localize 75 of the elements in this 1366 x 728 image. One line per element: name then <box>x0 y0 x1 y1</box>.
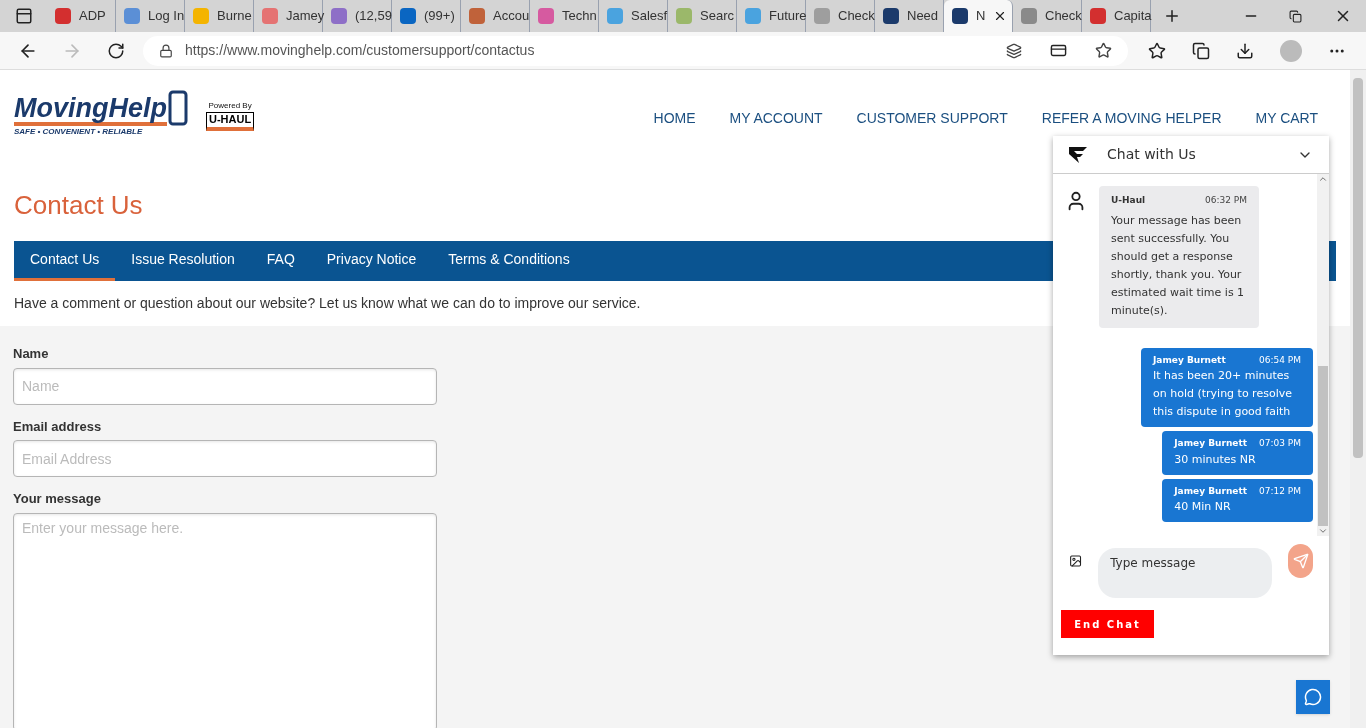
nav-link[interactable]: MY CART <box>1255 108 1318 129</box>
card-icon[interactable] <box>1050 42 1067 59</box>
message-text: 30 minutes NR <box>1174 451 1257 468</box>
text-field[interactable]: Email Address <box>13 440 437 477</box>
powered-by-text: Powered By <box>208 100 252 112</box>
page-title: Contact Us <box>14 189 143 222</box>
tab-title: Check <box>838 7 875 26</box>
sender-name: Jamey Burnett <box>1174 437 1247 450</box>
tab-title: (12,59 <box>355 7 392 26</box>
tab-title: Need <box>907 7 939 26</box>
tab-title: N <box>976 7 986 26</box>
chat-logo-icon <box>1069 146 1087 163</box>
tab-title: ADP <box>79 7 106 26</box>
lock-icon <box>159 43 173 58</box>
tab-title: Techn <box>562 7 597 26</box>
site-logo[interactable]: MovingHelp SAFE • CONVENIENT • RELIABLE <box>14 88 194 138</box>
tab-title: Searc <box>700 7 734 26</box>
chat-bubble-icon <box>1304 688 1322 706</box>
restore-icon[interactable] <box>1289 9 1302 23</box>
tab-title: Accou <box>493 7 530 26</box>
favorites-icon[interactable] <box>1148 41 1166 60</box>
message-time: 06:32 PM <box>1205 194 1247 207</box>
reload-icon[interactable] <box>107 41 125 60</box>
chat-launcher-button[interactable] <box>1296 680 1330 714</box>
message-time: 07:12 PM <box>1259 484 1301 498</box>
new-tab-icon[interactable] <box>1163 7 1181 25</box>
logo-wordmark: MovingHelp <box>14 95 167 126</box>
nav-link[interactable]: HOME <box>653 108 696 129</box>
sender-name: Jamey Burnett <box>1153 353 1226 367</box>
message-text: It has been 20+ minutes on hold (trying to resolve this dispute in good faith <box>1153 368 1293 420</box>
message-time: 06:54 PM <box>1259 353 1301 367</box>
message-text: 40 Min NR <box>1174 499 1232 515</box>
scroll-down-icon[interactable] <box>1318 526 1328 536</box>
section-tab[interactable]: Privacy Notice <box>310 241 433 281</box>
section-tab[interactable]: Terms & Conditions <box>432 241 586 281</box>
sender-name: Jamey Burnett <box>1174 484 1247 498</box>
tab-title: Capita <box>1114 7 1152 26</box>
browser-tab[interactable]: N <box>944 0 1013 32</box>
scroll-up-icon[interactable] <box>1318 174 1328 184</box>
tab-title: (99+) <box>424 7 455 26</box>
field-label: Name <box>13 345 49 363</box>
field-label: Email address <box>13 417 102 436</box>
nav-link[interactable]: MY ACCOUNT <box>729 108 823 129</box>
send-icon <box>1292 553 1309 569</box>
section-tab[interactable]: Contact Us <box>14 241 116 281</box>
tab-title: Jamey <box>286 7 325 26</box>
message-text: Your message has been sent successfully. You should get a response shortly, thank you. Your estimated wait time is 1 minute(s). <box>1111 212 1246 319</box>
tab-title: Future <box>769 7 807 26</box>
add-favorite-icon[interactable] <box>1095 42 1112 59</box>
nav-link[interactable]: CUSTOMER SUPPORT <box>856 108 1008 129</box>
section-tab[interactable]: FAQ <box>250 241 311 281</box>
tab-actions-icon[interactable] <box>14 7 33 25</box>
partner-logo: U-HAUL <box>206 112 255 131</box>
attach-image-icon[interactable] <box>1069 552 1083 570</box>
text-field[interactable]: Name <box>13 367 437 405</box>
url-text: https://www.movinghelp.com/customersupport/contactus <box>185 41 536 60</box>
tab-title: Burne <box>217 7 252 26</box>
end-chat-button[interactable]: End Chat <box>1061 610 1154 638</box>
phone-icon <box>167 88 189 126</box>
sender-name: U-Haul <box>1111 194 1146 207</box>
logo-tagline: SAFE • CONVENIENT • RELIABLE <box>14 126 143 138</box>
tab-title: Salesf <box>631 7 668 26</box>
address-bar[interactable]: https://www.movinghelp.com/customersupport/contactus <box>143 35 1128 66</box>
download-icon[interactable] <box>1236 41 1254 60</box>
message-field[interactable]: Enter your message here. <box>13 512 437 728</box>
tab-title: Check <box>1045 7 1082 26</box>
section-tab[interactable]: Issue Resolution <box>115 241 251 281</box>
message-input[interactable]: Type message <box>1098 548 1273 598</box>
field-label: Your message <box>13 490 101 508</box>
tab-title: Log In <box>148 7 185 26</box>
chat-title: Chat with Us <box>1107 145 1197 164</box>
nav-link[interactable]: REFER A MOVING HELPER <box>1041 108 1222 129</box>
collections-icon[interactable] <box>1192 41 1210 60</box>
intro-text: Have a comment or question about our website? Let us know what we can do to improve our service. <box>14 294 641 313</box>
message-time: 07:03 PM <box>1259 437 1301 450</box>
